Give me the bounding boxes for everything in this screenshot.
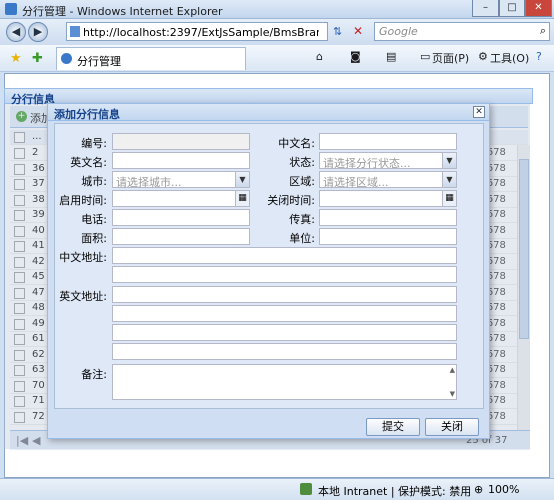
- en-address-label: 英文地址:: [59, 290, 107, 303]
- tab-ie-icon: [61, 53, 72, 64]
- unit-field[interactable]: [319, 228, 457, 245]
- chevron-down-icon[interactable]: ▼: [442, 172, 456, 187]
- close-time-label: 关闭时间:: [267, 194, 315, 207]
- dialog-title: 添加分行信息: [54, 108, 120, 121]
- status-label: 状态:: [289, 156, 315, 169]
- remark-textarea[interactable]: ▲ ▼: [112, 364, 457, 400]
- en-address-line3[interactable]: [112, 324, 457, 341]
- status-select[interactable]: 请选择分行状态... ▼: [319, 152, 457, 170]
- search-placeholder: Google: [379, 25, 418, 38]
- region-placeholder: 请选择区域...: [323, 176, 389, 189]
- code-label: 编号:: [81, 137, 107, 150]
- open-time-field[interactable]: ▦: [112, 190, 250, 207]
- city-label: 城市:: [81, 175, 107, 188]
- area-label: 面积:: [81, 232, 107, 245]
- refresh-icon[interactable]: ⇅: [333, 25, 342, 38]
- search-input[interactable]: Google ⌕: [374, 22, 550, 41]
- close-time-field[interactable]: ▦: [319, 190, 457, 207]
- dialog-form: 编号: 中文名: 英文名: 状态: 请选择分行状态... ▼ 城市: 请选择城市…: [54, 123, 484, 409]
- security-zone: 本地 Intranet | 保护模式: 禁用: [318, 485, 472, 498]
- window-titlebar: 分行管理 - Windows Internet Explorer – □ ✕: [0, 0, 554, 19]
- unit-label: 单位:: [289, 232, 315, 245]
- favorites-star-icon[interactable]: ★: [10, 51, 22, 66]
- status-bar: 本地 Intranet | 保护模式: 禁用 ⊕ 100%: [0, 478, 554, 500]
- code-field: [112, 133, 250, 150]
- city-placeholder: 请选择城市...: [116, 176, 182, 189]
- help-icon[interactable]: ?: [536, 50, 542, 63]
- region-label: 区域:: [289, 175, 315, 188]
- close-window-button[interactable]: ✕: [525, 0, 552, 17]
- page-menu-icon: ▭: [420, 50, 431, 63]
- open-time-label: 启用时间:: [59, 194, 107, 207]
- en-address-line4[interactable]: [112, 343, 457, 360]
- forward-icon[interactable]: ▶: [28, 22, 48, 42]
- cn-address-label: 中文地址:: [59, 251, 107, 264]
- fax-label: 传真:: [289, 213, 315, 226]
- intranet-icon: [300, 483, 312, 495]
- calendar-icon[interactable]: ▦: [442, 191, 456, 206]
- en-address-line2[interactable]: [112, 305, 457, 322]
- phone-label: 电话:: [81, 213, 107, 226]
- back-icon[interactable]: ◀: [6, 22, 26, 42]
- chevron-down-icon[interactable]: ▼: [442, 153, 456, 168]
- page-icon: [70, 26, 80, 37]
- minimize-button[interactable]: –: [472, 0, 499, 17]
- zoom-level[interactable]: 100%: [488, 483, 519, 496]
- page-menu[interactable]: 页面(P): [432, 50, 469, 66]
- ie-icon: [5, 3, 17, 15]
- add-favorites-icon[interactable]: ✚: [32, 51, 43, 66]
- cn-address-line1[interactable]: [112, 247, 457, 264]
- calendar-icon[interactable]: ▦: [235, 191, 249, 206]
- chevron-down-icon[interactable]: ▼: [235, 172, 249, 187]
- city-select[interactable]: 请选择城市... ▼: [112, 171, 250, 189]
- region-select[interactable]: 请选择区域... ▼: [319, 171, 457, 189]
- tools-menu[interactable]: 工具(O): [490, 50, 529, 66]
- zoom-icon: ⊕: [474, 483, 484, 496]
- scroll-down-icon[interactable]: ▼: [450, 390, 455, 398]
- tools-gear-icon: ⚙: [478, 50, 488, 63]
- cn-name-label: 中文名:: [278, 137, 315, 150]
- browser-tab[interactable]: 分行管理: [56, 47, 246, 70]
- en-address-line1[interactable]: [112, 286, 457, 303]
- cn-name-field[interactable]: [319, 133, 457, 150]
- cn-address-line2[interactable]: [112, 266, 457, 283]
- remark-label: 备注:: [81, 368, 107, 381]
- dialog-close-icon[interactable]: ✕: [473, 106, 485, 118]
- dialog-header: 添加分行信息 ✕: [48, 104, 489, 121]
- home-icon[interactable]: ⌂: [316, 50, 323, 63]
- close-button[interactable]: 关闭: [425, 418, 479, 436]
- status-placeholder: 请选择分行状态...: [323, 157, 411, 170]
- scroll-up-icon[interactable]: ▲: [450, 366, 455, 374]
- en-name-label: 英文名:: [70, 156, 107, 169]
- area-field[interactable]: [112, 228, 250, 245]
- maximize-button[interactable]: □: [499, 0, 525, 17]
- panel-header: 分行信息: [4, 88, 533, 106]
- rss-icon[interactable]: ◙: [350, 50, 361, 63]
- add-branch-dialog: 添加分行信息 ✕ 编号: 中文名: 英文名: 状态: 请选择分行状态... ▼ …: [47, 103, 490, 439]
- address-url: http://localhost:2397/ExtJsSample/BmsBra…: [83, 26, 319, 39]
- window-title: 分行管理 - Windows Internet Explorer: [22, 5, 223, 18]
- submit-button[interactable]: 提交: [366, 418, 420, 436]
- stop-icon[interactable]: ✕: [353, 24, 363, 38]
- en-name-field[interactable]: [112, 152, 250, 169]
- phone-field[interactable]: [112, 209, 250, 226]
- fax-field[interactable]: [319, 209, 457, 226]
- address-bar[interactable]: http://localhost:2397/ExtJsSample/BmsBra…: [66, 22, 328, 41]
- search-icon[interactable]: ⌕: [540, 24, 546, 38]
- tab-title: 分行管理: [77, 55, 121, 68]
- print-icon[interactable]: ▤: [386, 50, 396, 63]
